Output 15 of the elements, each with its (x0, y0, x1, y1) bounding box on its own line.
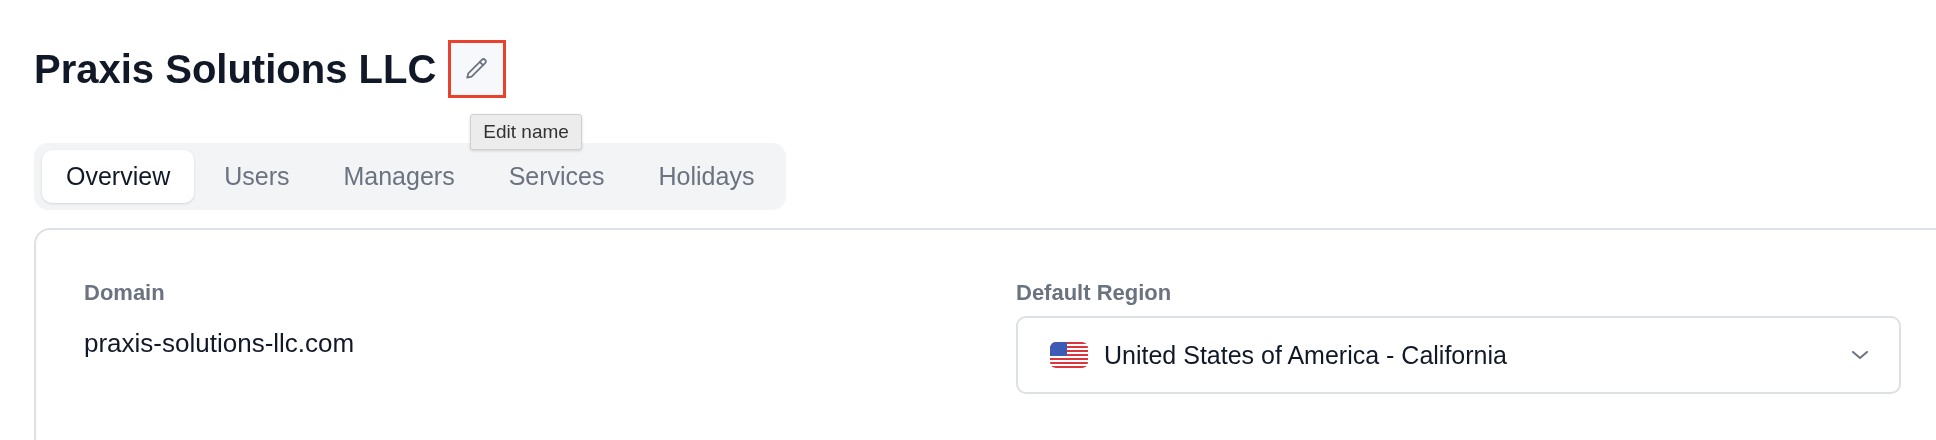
tab[interactable]: Users (200, 150, 314, 203)
tab[interactable]: Managers (319, 150, 479, 203)
tooltip: Edit name (470, 114, 582, 150)
chevron-down-icon (1851, 349, 1869, 361)
flag-icon (1050, 342, 1088, 368)
edit-button[interactable] (448, 40, 507, 98)
region-select[interactable]: United States of America - California (1016, 316, 1901, 394)
field-label: Default Region (1016, 280, 1173, 306)
region-value: United States of America - California (1104, 340, 1508, 370)
tab[interactable]: Overview (42, 150, 195, 203)
company-title: Praxis Solutions LLC (34, 46, 437, 92)
domain-value: praxis-solutions-llc.com (84, 328, 356, 359)
tab[interactable]: Services (484, 150, 629, 203)
tab[interactable]: Holidays (634, 150, 779, 203)
field-label: Domain (84, 280, 166, 306)
